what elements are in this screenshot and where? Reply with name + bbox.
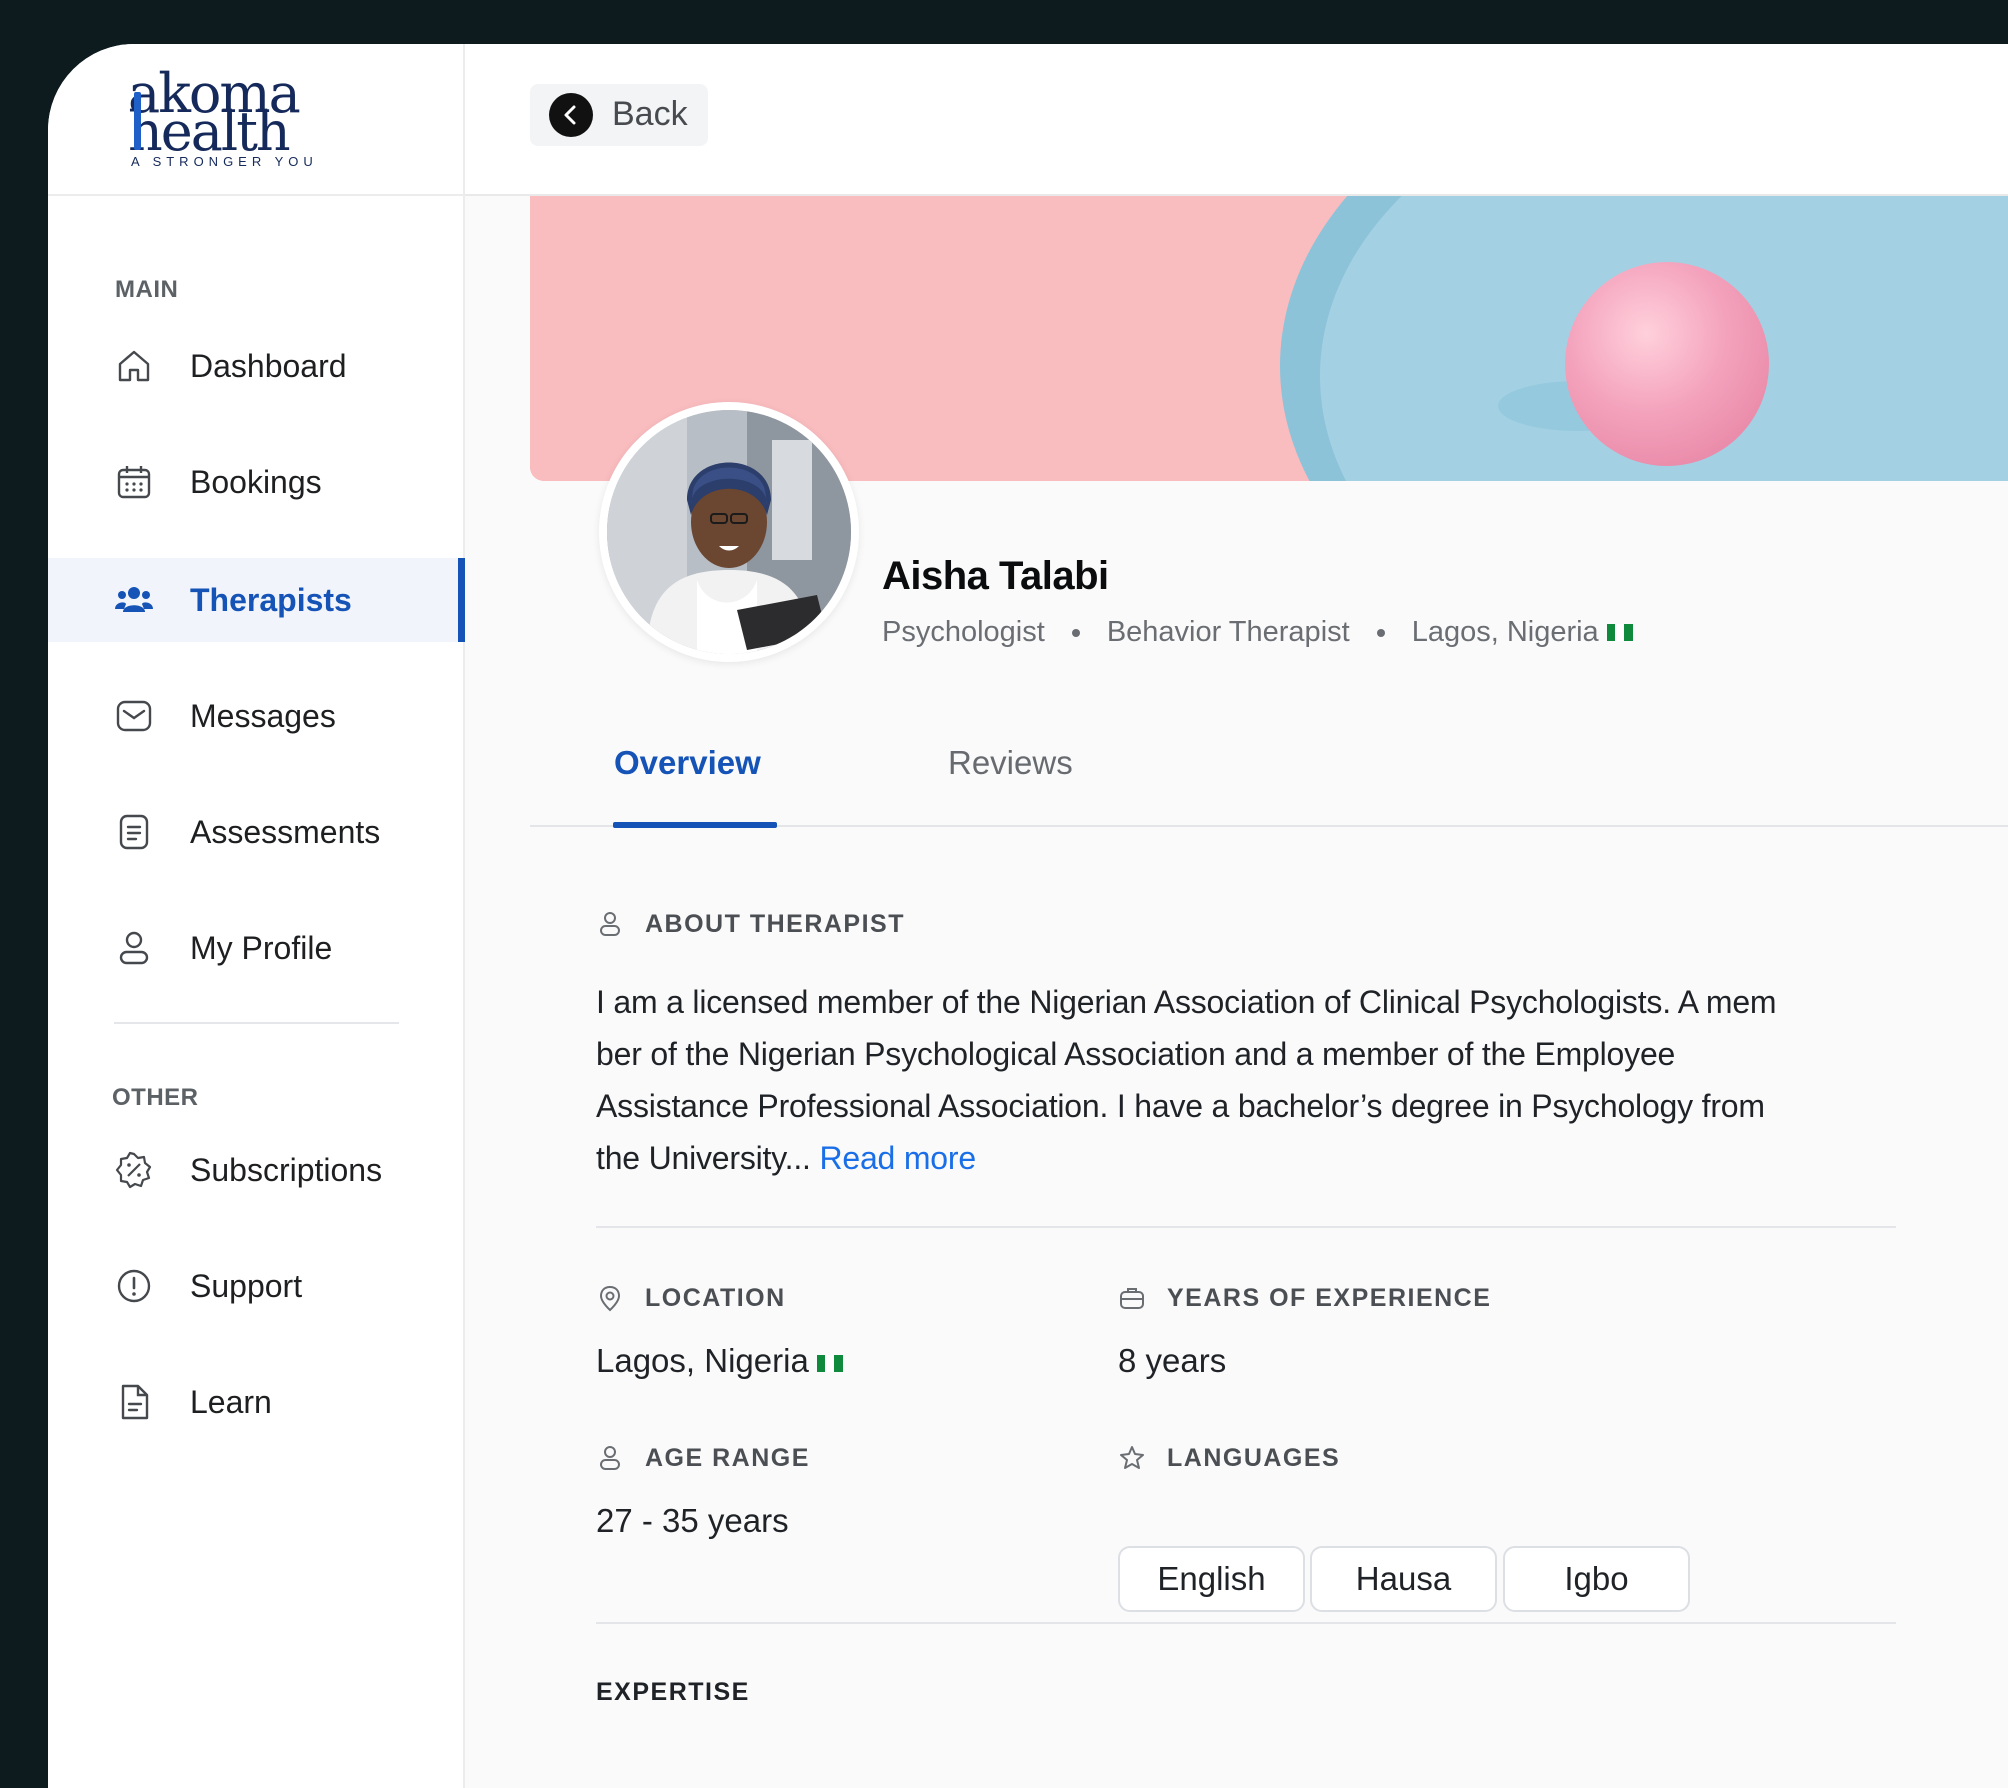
sidebar-item-label: Dashboard — [190, 347, 347, 384]
sidebar-section-other: OTHER — [112, 1084, 199, 1111]
back-button[interactable]: Back — [530, 84, 708, 146]
sidebar-divider — [114, 1022, 399, 1024]
home-icon — [118, 350, 150, 382]
sidebar-item-subscriptions[interactable]: Subscriptions — [48, 1128, 463, 1212]
therapist-location: Lagos, Nigeria — [1411, 616, 1599, 648]
separator-dot — [1071, 628, 1080, 637]
sidebar-item-therapists[interactable]: Therapists — [48, 558, 465, 642]
sidebar-item-label: Messages — [190, 697, 336, 734]
sidebar-item-label: Therapists — [190, 581, 352, 618]
therapist-name: Aisha Talabi — [882, 554, 1109, 598]
language-chip-igbo: Igbo — [1503, 1546, 1690, 1612]
sidebar: akoma health A STRONGER YOU MAIN Dashboa… — [48, 44, 465, 1788]
location-pin-icon — [599, 1285, 621, 1312]
nigeria-flag-icon — [816, 1354, 843, 1372]
about-text: I am a licensed member of the Nigerian A… — [596, 976, 1946, 1184]
language-chip-english: English — [1118, 1546, 1305, 1612]
sidebar-item-label: Assessments — [190, 813, 381, 850]
sidebar-item-dashboard[interactable]: Dashboard — [48, 324, 463, 408]
location-heading: LOCATION — [645, 1284, 786, 1312]
location-value: Lagos, Nigeria — [596, 1342, 843, 1380]
separator-dot — [1376, 628, 1385, 637]
role-behavior-therapist: Behavior Therapist — [1106, 616, 1350, 648]
role-psychologist: Psychologist — [882, 616, 1045, 648]
sidebar-item-label: Support — [190, 1267, 303, 1304]
nigeria-flag-icon — [1606, 624, 1633, 641]
section-divider — [596, 1622, 1896, 1624]
language-chip-hausa: Hausa — [1310, 1546, 1497, 1612]
sidebar-section-main: MAIN — [115, 276, 179, 303]
therapist-avatar — [599, 402, 859, 662]
age-range-heading: AGE RANGE — [645, 1444, 810, 1472]
logo[interactable]: akoma health A STRONGER YOU — [48, 44, 463, 196]
experience-value: 8 years — [1118, 1342, 1227, 1379]
document-icon — [119, 814, 149, 850]
about-line-text: the University... — [596, 1140, 811, 1176]
tab-overview[interactable]: Overview — [614, 744, 761, 782]
about-line: Assistance Professional Association. I h… — [596, 1088, 1765, 1124]
back-label: Back — [612, 95, 688, 133]
therapist-meta: Psychologist Behavior Therapist Lagos, N… — [882, 616, 1633, 649]
languages-heading: LANGUAGES — [1167, 1444, 1341, 1472]
briefcase-icon — [1120, 1288, 1144, 1309]
sidebar-item-learn[interactable]: Learn — [48, 1360, 463, 1444]
expertise-heading: EXPERTISE — [596, 1678, 750, 1706]
back-arrow-icon — [549, 93, 593, 137]
age-range-value: 27 - 35 years — [596, 1502, 789, 1539]
top-bar: Back — [465, 44, 2008, 196]
tab-reviews[interactable]: Reviews — [948, 744, 1073, 782]
sidebar-item-support[interactable]: Support — [48, 1244, 463, 1328]
location-value-text: Lagos, Nigeria — [596, 1342, 809, 1379]
logo-accent-bar — [134, 92, 141, 150]
user-icon — [119, 931, 149, 965]
about-line: the University... Read more — [596, 1132, 1946, 1184]
alert-circle-icon — [117, 1269, 151, 1303]
about-heading: ABOUT THERAPIST — [645, 910, 905, 938]
sidebar-item-label: Subscriptions — [190, 1151, 383, 1188]
logo-tagline: A STRONGER YOU — [131, 154, 318, 169]
tab-active-indicator — [613, 822, 777, 828]
user-icon — [600, 1446, 620, 1470]
about-line: ber of the Nigerian Psychological Associ… — [596, 1036, 1676, 1072]
sidebar-item-label: Bookings — [190, 463, 322, 500]
app-screen: akoma health A STRONGER YOU MAIN Dashboa… — [48, 44, 2008, 1788]
sidebar-item-messages[interactable]: Messages — [48, 674, 463, 758]
experience-heading: YEARS OF EXPERIENCE — [1167, 1284, 1492, 1312]
mail-icon — [116, 700, 152, 732]
sidebar-item-label: Learn — [190, 1383, 272, 1420]
section-divider — [596, 1226, 1896, 1228]
discount-badge-icon — [115, 1151, 152, 1189]
user-icon — [600, 912, 620, 936]
sidebar-item-label: My Profile — [190, 929, 333, 966]
users-icon — [115, 587, 153, 612]
sidebar-item-bookings[interactable]: Bookings — [48, 440, 463, 524]
read-more-link[interactable]: Read more — [819, 1140, 976, 1176]
sidebar-item-my-profile[interactable]: My Profile — [48, 906, 463, 990]
about-line: I am a licensed member of the Nigerian A… — [596, 984, 1777, 1020]
sidebar-item-assessments[interactable]: Assessments — [48, 790, 463, 874]
calendar-icon — [117, 466, 151, 499]
file-icon — [121, 1384, 149, 1420]
star-icon — [1120, 1446, 1144, 1469]
